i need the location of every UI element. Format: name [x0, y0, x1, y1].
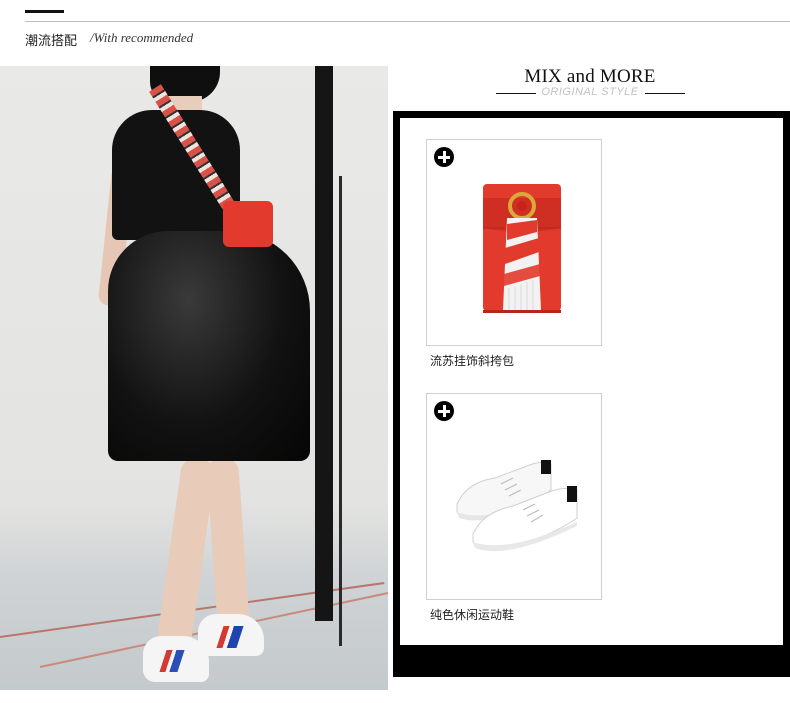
- section-subtitle: /With recommended: [90, 30, 194, 45]
- section-title: 潮流搭配: [25, 34, 78, 49]
- sneaker-stripes: [216, 626, 244, 648]
- red-tassel-crossbody-bag: [483, 184, 561, 313]
- model-photo: [0, 66, 388, 690]
- recommend-panel: 流苏挂饰斜挎包 纯色休闲运动鞋: [400, 118, 783, 645]
- header-divider: [25, 21, 790, 22]
- product-card-sneakers[interactable]: [426, 393, 602, 600]
- mix-heading: MIX and MORE: [524, 66, 656, 87]
- sneaker: [143, 636, 209, 682]
- product-card-bag[interactable]: [426, 139, 602, 346]
- black-skirt: [108, 231, 310, 461]
- product-name-sneakers[interactable]: 纯色休闲运动鞋: [430, 606, 514, 623]
- recommend-frame: 流苏挂饰斜挎包 纯色休闲运动鞋: [393, 111, 790, 677]
- white-casual-sneakers: [456, 460, 578, 552]
- black-pole: [339, 176, 342, 646]
- sneaker-stripes: [159, 650, 185, 672]
- black-pole: [315, 66, 333, 621]
- red-mini-bag: [223, 201, 273, 247]
- sneaker: [198, 614, 264, 656]
- mix-subheading: ORIGINAL STYLE: [541, 86, 639, 98]
- header-accent-bar: [25, 10, 64, 13]
- product-name-bag[interactable]: 流苏挂饰斜挎包: [430, 352, 514, 369]
